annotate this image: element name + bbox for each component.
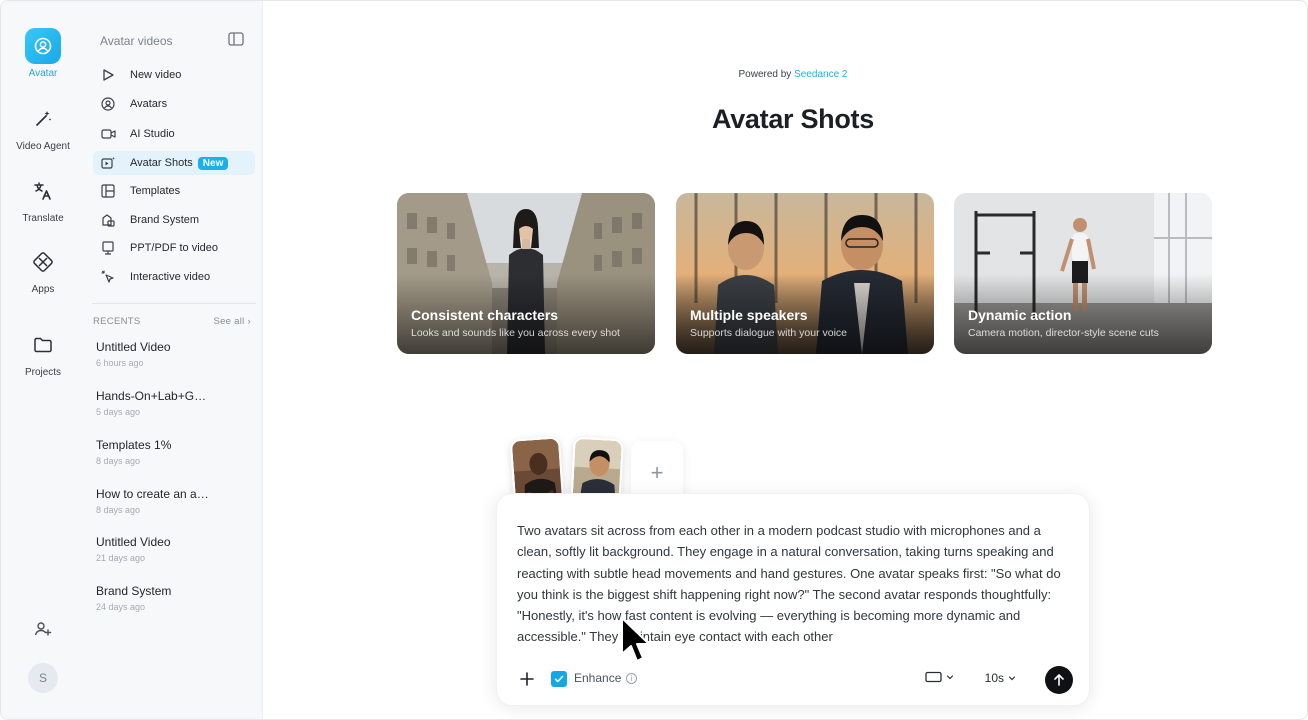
recent-title: Brand System [96, 584, 172, 598]
recent-item[interactable]: Untitled Video 21 days ago [96, 535, 246, 563]
feature-card-consistent-characters[interactable]: Consistent characters Looks and sounds l… [397, 193, 655, 354]
new-badge: New [197, 156, 229, 170]
duration-value: 10s [984, 671, 1004, 685]
rail-label: Translate [22, 213, 64, 224]
rail-label: Projects [24, 367, 62, 378]
powered-by-brand[interactable]: Seedance 2 [794, 69, 847, 80]
mouse-cursor-icon [621, 617, 650, 662]
enhance-label: Enhance [574, 671, 622, 685]
powered-by-prefix: Powered by [738, 69, 795, 80]
recents-label: RECENTS [93, 316, 141, 327]
recent-time: 8 days ago [96, 505, 141, 515]
composer-toolbar: Enhance i 10s [517, 666, 1073, 694]
recent-title: Hands-On+Lab+G… [96, 389, 207, 403]
plus-icon [520, 672, 534, 686]
rail-item-translate[interactable]: Translate [1, 173, 85, 224]
sidebar-item-label: Avatar Shots [130, 157, 193, 169]
sidebar-item-interactive-video[interactable]: Interactive video [93, 265, 255, 289]
invite-user-button[interactable] [1, 611, 85, 647]
checkmark-icon [554, 675, 564, 683]
sidebar-item-brand-system[interactable]: Brand System [93, 208, 255, 232]
user-avatar-button[interactable]: S [1, 663, 85, 693]
recent-item[interactable]: Hands-On+Lab+G… 5 days ago [96, 389, 246, 417]
layout-icon [100, 183, 116, 199]
page-title: Avatar Shots [712, 104, 874, 134]
recent-time: 8 days ago [96, 456, 141, 466]
sidebar-item-label: PPT/PDF to video [130, 242, 219, 254]
slides-icon [100, 240, 116, 256]
brand-icon [100, 212, 116, 228]
card-title: Multiple speakers [690, 307, 808, 323]
aspect-ratio-dropdown[interactable] [925, 671, 955, 683]
recent-title: How to create an a… [96, 487, 209, 501]
recent-item[interactable]: Templates 1% 8 days ago [96, 438, 246, 466]
duration-dropdown[interactable]: 10s [985, 671, 1017, 685]
folder-icon [25, 327, 61, 363]
sidebar-item-avatar-shots[interactable]: Avatar Shots New [93, 151, 255, 175]
powered-by-line: Powered by Seedance 2 [1, 69, 1307, 80]
recent-item[interactable]: How to create an a… 8 days ago [96, 487, 246, 515]
feature-card-dynamic-action[interactable]: Dynamic action Camera motion, director-s… [954, 193, 1212, 354]
pointer-click-icon [100, 269, 116, 285]
recent-item[interactable]: Brand System 24 days ago [96, 584, 246, 612]
aspect-ratio-icon [925, 671, 942, 683]
avatar-icon [25, 28, 61, 64]
feature-card-multiple-speakers[interactable]: Multiple speakers Supports dialogue with… [676, 193, 934, 354]
prompt-input[interactable]: Two avatars sit across from each other i… [517, 520, 1077, 650]
rail-label: Video Agent [16, 141, 70, 152]
card-subtitle: Looks and sounds like you across every s… [411, 327, 620, 339]
recent-time: 21 days ago [96, 553, 146, 563]
card-subtitle: Supports dialogue with your voice [690, 327, 848, 339]
sidebar-item-label: Interactive video [130, 271, 211, 283]
recent-title: Templates 1% [96, 438, 172, 452]
recent-title: Untitled Video [96, 340, 171, 354]
sidebar-divider [92, 303, 256, 304]
add-user-icon [25, 611, 61, 647]
apps-icon [25, 244, 61, 280]
see-all-link[interactable]: See all › [213, 316, 251, 327]
rail-label: Apps [31, 284, 55, 295]
sidebar-item-label: Templates [130, 185, 181, 197]
sidebar-item-ppt-pdf-to-video[interactable]: PPT/PDF to video [93, 236, 255, 260]
card-title: Consistent characters [411, 307, 559, 323]
chevron-down-icon [1008, 676, 1016, 681]
translate-icon [25, 173, 61, 209]
recent-time: 24 days ago [96, 602, 146, 612]
rail-item-apps[interactable]: Apps [1, 244, 85, 295]
collapse-sidebar-icon[interactable] [228, 31, 244, 51]
rail-item-projects[interactable]: Projects [1, 327, 85, 378]
app-window: Avatar Video Agent Translate Apps Projec… [0, 0, 1308, 720]
prompt-composer: Two avatars sit across from each other i… [496, 493, 1090, 706]
recent-item[interactable]: Untitled Video 6 hours ago [96, 340, 246, 368]
recent-time: 6 hours ago [96, 358, 144, 368]
arrow-up-icon [1054, 674, 1064, 686]
sidebar-item-label: Brand System [130, 214, 200, 226]
send-button[interactable] [1045, 666, 1073, 694]
enhance-checkbox[interactable] [551, 671, 567, 687]
sidebar-title: Avatar videos [100, 34, 173, 48]
chevron-down-icon [946, 675, 954, 680]
info-icon[interactable]: i [626, 673, 637, 684]
add-attachment-button[interactable] [517, 669, 537, 689]
sidebar-header: Avatar videos [100, 31, 244, 51]
recents-header: RECENTS See all › [93, 316, 251, 327]
recent-title: Untitled Video [96, 535, 171, 549]
card-subtitle: Camera motion, director-style scene cuts [968, 327, 1159, 339]
sidebar-item-templates[interactable]: Templates [93, 179, 255, 203]
card-title: Dynamic action [968, 307, 1072, 323]
video-spark-icon [100, 155, 116, 171]
recent-time: 5 days ago [96, 407, 141, 417]
avatar: S [28, 663, 58, 693]
